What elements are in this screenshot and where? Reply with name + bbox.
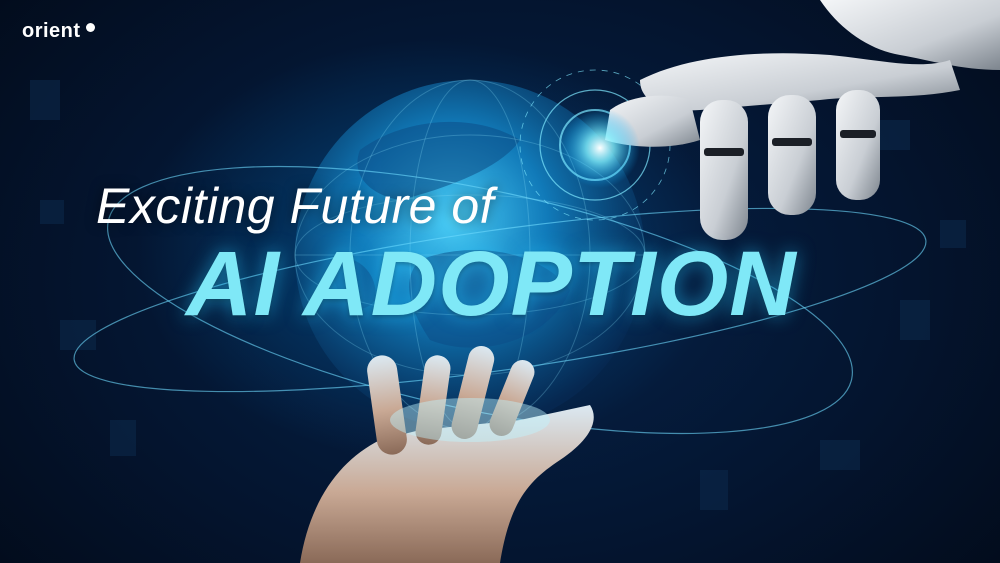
fingertip-glow bbox=[560, 108, 640, 188]
brand-logo: orient bbox=[22, 20, 95, 43]
brand-dot-icon bbox=[85, 23, 95, 32]
headline-line-1: Exciting Future of bbox=[96, 178, 495, 234]
banner: orient Exciting Future of AI ADOPTION bbox=[0, 0, 1000, 563]
headline-line-2: AI ADOPTION bbox=[186, 233, 797, 335]
brand-name: orient bbox=[22, 20, 81, 42]
